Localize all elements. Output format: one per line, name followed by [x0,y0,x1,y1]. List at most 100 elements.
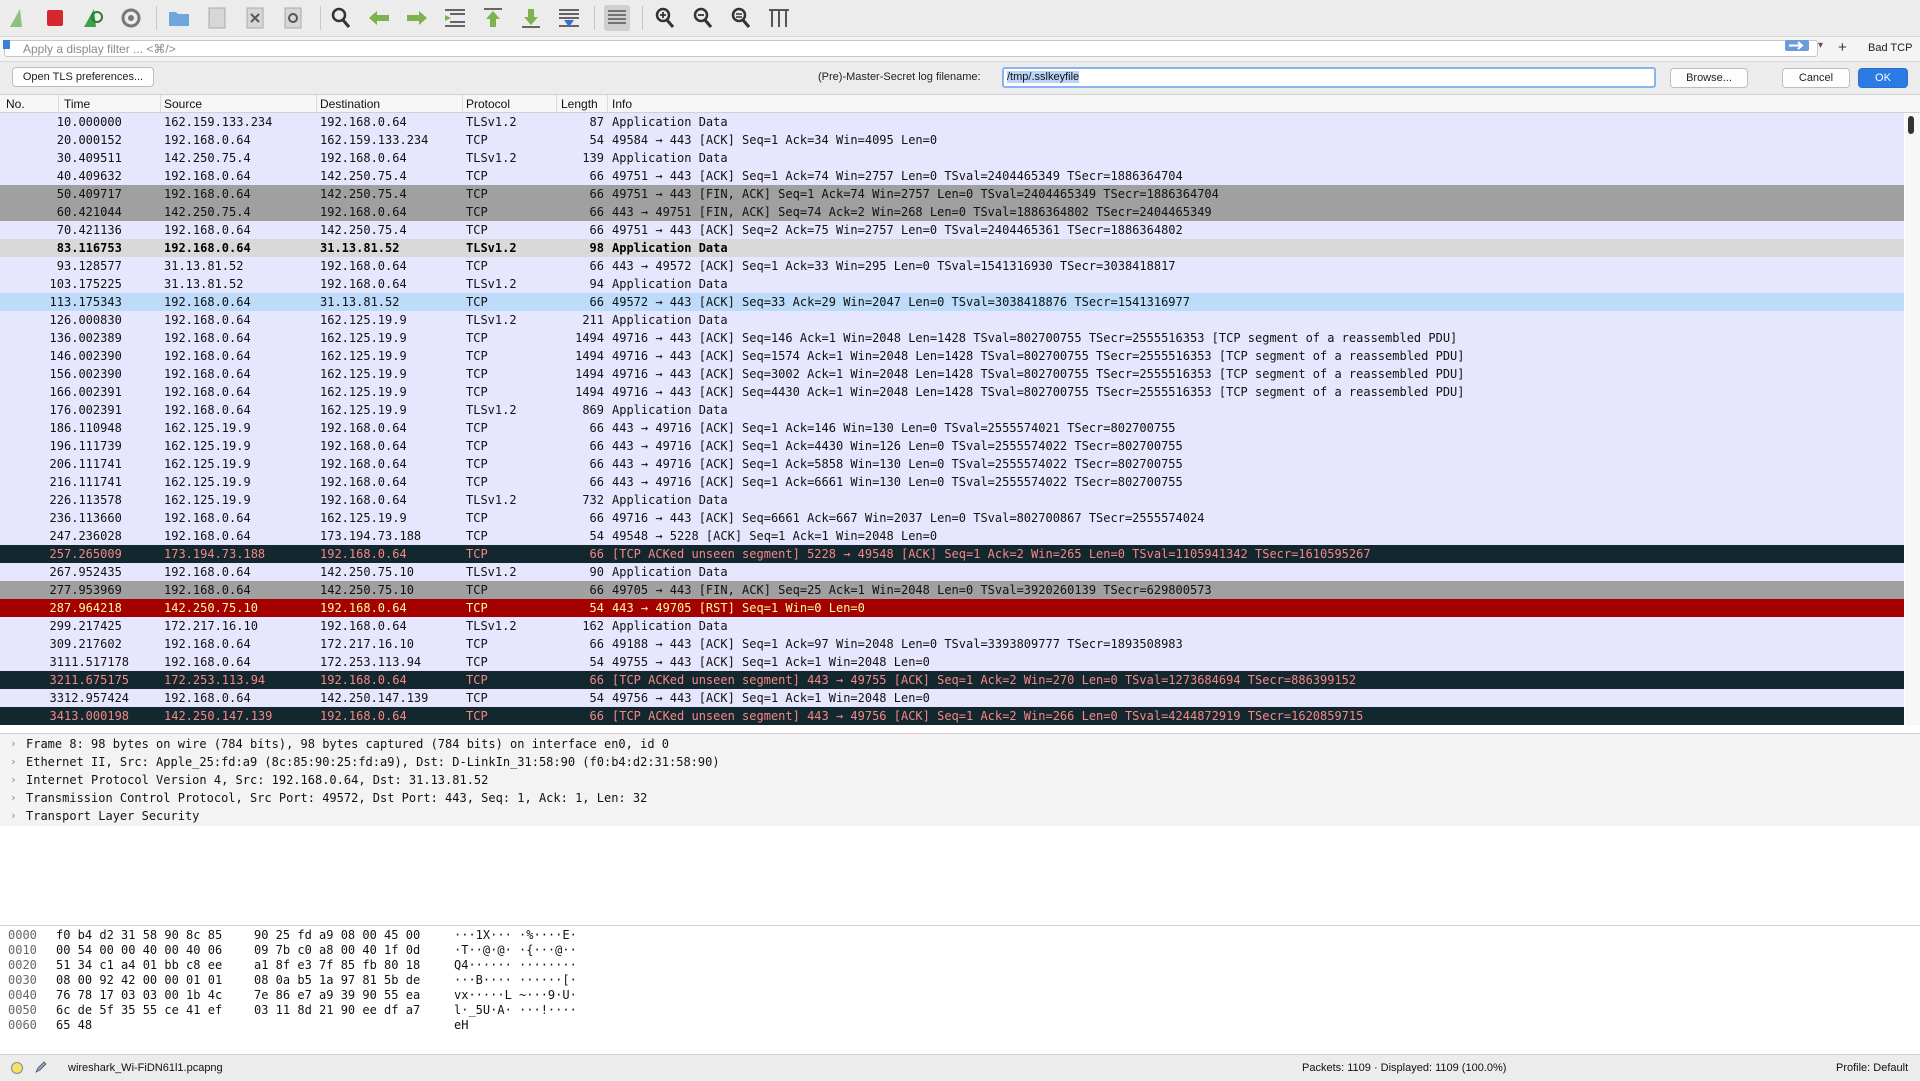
capture-comment-edit-icon[interactable] [34,1060,48,1074]
browse-button[interactable]: Browse... [1670,68,1748,88]
detail-tree-item[interactable]: › Transmission Control Protocol, Src Port… [0,789,1920,807]
packet-row[interactable]: 18 6.110948 162.125.19.9 192.168.0.64 TCP 66 4… [0,419,1904,437]
bytes-offset[interactable]: 0050 [8,1003,37,1018]
chevron-right-icon[interactable]: › [10,771,17,789]
bytes-hex[interactable]: 7e 86 e7 a9 39 90 55 ea [254,988,420,1003]
packet-row[interactable]: 14 6.002390 192.168.0.64 162.125.19.9 TCP 149… [0,347,1904,365]
close-file-icon[interactable] [242,5,268,31]
add-filter-button[interactable]: + [1838,39,1847,56]
filter-bookmark-icon[interactable] [3,40,10,49]
packet-row[interactable]: 6 0.421044 142.250.75.4 192.168.0.64 TCP 66 44… [0,203,1904,221]
open-tls-preferences-button[interactable]: Open TLS preferences... [12,67,154,87]
col-header-no[interactable]: No. [6,97,25,111]
bytes-hex[interactable]: 03 11 8d 21 90 ee df a7 [254,1003,420,1018]
packet-row[interactable]: 1 0.000000 162.159.133.234 192.168.0.64 TLSv… [0,113,1904,131]
bytes-ascii[interactable]: l·_5U·A· ···!···· [454,1003,577,1018]
packet-row[interactable]: 26 7.952435 192.168.0.64 142.250.75.10 TLSv1… [0,563,1904,581]
bytes-hex[interactable]: 6c de 5f 35 55 ce 41 ef [56,1003,222,1018]
col-header-time[interactable]: Time [64,97,90,111]
last-packet-icon[interactable] [518,5,544,31]
save-file-icon[interactable] [204,5,230,31]
chevron-right-icon[interactable]: › [10,735,17,753]
bytes-ascii[interactable]: eH [454,1018,468,1033]
display-filter-input[interactable]: Apply a display filter ... <⌘/> [4,40,1818,57]
bytes-hex[interactable]: 65 48 [56,1018,92,1033]
go-forward-icon[interactable] [404,5,430,31]
bytes-offset[interactable]: 0040 [8,988,37,1003]
bytes-hex[interactable]: f0 b4 d2 31 58 90 8c 85 [56,928,222,943]
packet-row[interactable]: 21 6.111741 162.125.19.9 192.168.0.64 TCP 66 4… [0,473,1904,491]
packet-row[interactable]: 7 0.421136 192.168.0.64 142.250.75.4 TCP 66 49… [0,221,1904,239]
stop-capture-icon[interactable] [42,5,68,31]
packet-row[interactable]: 22 6.113578 162.125.19.9 192.168.0.64 TLSv1.… [0,491,1904,509]
packet-row[interactable]: 10 3.175225 31.13.81.52 192.168.0.64 TLSv1.2… [0,275,1904,293]
detail-tree-item[interactable]: › Transport Layer Security [0,807,1920,825]
packet-row[interactable]: 27 7.953969 192.168.0.64 142.250.75.10 TCP 66… [0,581,1904,599]
capture-options-icon[interactable] [118,5,144,31]
bytes-hex[interactable]: 08 0a b5 1a 97 81 5b de [254,973,420,988]
chevron-right-icon[interactable]: › [10,789,17,807]
expert-info-indicator-icon[interactable] [10,1061,24,1075]
packet-list-scrollbar[interactable] [1905,113,1920,725]
shark-fin-start-icon[interactable] [6,5,32,31]
col-header-source[interactable]: Source [164,97,202,111]
reload-file-icon[interactable] [280,5,306,31]
chevron-right-icon[interactable]: › [10,753,17,771]
zoom-out-icon[interactable] [690,5,716,31]
chevron-right-icon[interactable]: › [10,807,17,825]
packet-row[interactable]: 16 6.002391 192.168.0.64 162.125.19.9 TCP 149… [0,383,1904,401]
bytes-offset[interactable]: 0060 [8,1018,37,1033]
profile-name[interactable]: Profile: Default [1836,1062,1908,1074]
bytes-hex[interactable]: 76 78 17 03 03 00 1b 4c [56,988,222,1003]
col-header-length[interactable]: Length [561,97,598,111]
col-header-protocol[interactable]: Protocol [466,97,510,111]
restart-capture-icon[interactable] [80,5,106,31]
colorize-icon[interactable] [604,5,630,31]
packet-row[interactable]: 12 6.000830 192.168.0.64 162.125.19.9 TLSv1.… [0,311,1904,329]
packet-row[interactable]: 29 9.217425 172.217.16.10 192.168.0.64 TLSv1… [0,617,1904,635]
packet-row[interactable]: 19 6.111739 162.125.19.9 192.168.0.64 TCP 66 4… [0,437,1904,455]
packet-row[interactable]: 23 6.113660 192.168.0.64 162.125.19.9 TCP 66 4… [0,509,1904,527]
packet-row[interactable]: 20 6.111741 162.125.19.9 192.168.0.64 TCP 66 4… [0,455,1904,473]
packet-row[interactable]: 31 11.517178 192.168.0.64 172.253.113.94 TCP… [0,653,1904,671]
packet-row[interactable]: 32 11.675175 172.253.113.94 192.168.0.64 TCP… [0,671,1904,689]
bytes-hex[interactable]: 00 54 00 00 40 00 40 06 [56,943,222,958]
bytes-offset[interactable]: 0030 [8,973,37,988]
col-header-destination[interactable]: Destination [320,97,380,111]
col-header-info[interactable]: Info [612,97,632,111]
packet-row[interactable]: 25 7.265009 173.194.73.188 192.168.0.64 TCP 6… [0,545,1904,563]
packet-row[interactable]: 34 13.000198 142.250.147.139 192.168.0.64 TC… [0,707,1904,725]
auto-scroll-icon[interactable] [556,5,582,31]
packet-row[interactable]: 11 3.175343 192.168.0.64 31.13.81.52 TCP 66 49… [0,293,1904,311]
packet-row[interactable]: 9 3.128577 31.13.81.52 192.168.0.64 TCP 66 443… [0,257,1904,275]
packet-row[interactable]: 4 0.409632 192.168.0.64 142.250.75.4 TCP 66 49… [0,167,1904,185]
bytes-ascii[interactable]: ···1X··· ·%····E· [454,928,577,943]
resize-columns-icon[interactable] [766,5,792,31]
packet-row[interactable]: 8 3.116753 192.168.0.64 31.13.81.52 TLSv1.2 9… [0,239,1904,257]
open-file-icon[interactable] [166,5,192,31]
packet-row[interactable]: 5 0.409717 192.168.0.64 142.250.75.4 TCP 66 49… [0,185,1904,203]
go-back-icon[interactable] [366,5,392,31]
bytes-hex[interactable]: 51 34 c1 a4 01 bb c8 ee [56,958,222,973]
first-packet-icon[interactable] [480,5,506,31]
zoom-in-icon[interactable] [652,5,678,31]
packet-row[interactable]: 2 0.000152 192.168.0.64 162.159.133.234 TCP 5… [0,131,1904,149]
bytes-offset[interactable]: 0020 [8,958,37,973]
packet-row[interactable]: 13 6.002389 192.168.0.64 162.125.19.9 TCP 149… [0,329,1904,347]
find-packet-icon[interactable] [328,5,354,31]
bytes-hex[interactable]: a1 8f e3 7f 85 fb 80 18 [254,958,420,973]
packet-row[interactable]: 33 12.957424 192.168.0.64 142.250.147.139 TC… [0,689,1904,707]
packet-row[interactable]: 30 9.217602 192.168.0.64 172.217.16.10 TCP 66… [0,635,1904,653]
detail-tree-item[interactable]: › Frame 8: 98 bytes on wire (784 bits), 9… [0,735,1920,753]
bytes-hex[interactable]: 09 7b c0 a8 00 40 1f 0d [254,943,420,958]
bytes-ascii[interactable]: ·T··@·@· ·{···@·· [454,943,577,958]
packet-row[interactable]: 28 7.964218 142.250.75.10 192.168.0.64 TCP 54… [0,599,1904,617]
bytes-hex[interactable]: 08 00 92 42 00 00 01 01 [56,973,222,988]
packet-list-scroll-thumb[interactable] [1908,116,1914,134]
apply-filter-arrow-icon[interactable] [1785,40,1809,51]
packet-row[interactable]: 17 6.002391 192.168.0.64 162.125.19.9 TLSv1.… [0,401,1904,419]
keylog-filename-input[interactable]: /tmp/.sslkeyfile [1002,67,1656,88]
bytes-hex[interactable]: 90 25 fd a9 08 00 45 00 [254,928,420,943]
bytes-ascii[interactable]: Q4······ ········ [454,958,577,973]
bad-tcp-filter-button[interactable]: Bad TCP [1868,42,1912,54]
